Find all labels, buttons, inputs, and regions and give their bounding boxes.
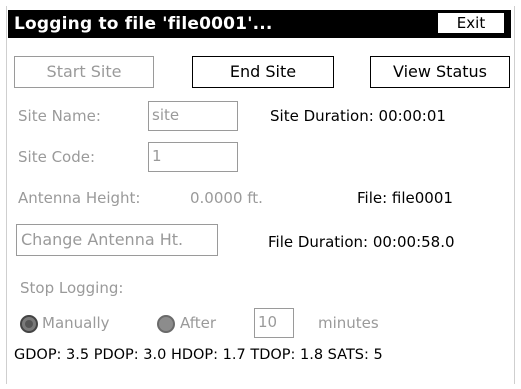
minutes-label: minutes: [318, 314, 379, 332]
site-code-field[interactable]: 1: [148, 142, 238, 172]
window-title: Logging to file 'file0001'...: [14, 14, 273, 34]
after-radio[interactable]: [157, 315, 175, 333]
file-name-text: File: file0001: [357, 189, 453, 207]
manually-label: Manually: [42, 314, 110, 332]
end-site-button[interactable]: End Site: [192, 56, 334, 88]
antenna-height-label: Antenna Height:: [18, 189, 141, 207]
file-duration-text: File Duration: 00:00:58.0: [268, 233, 455, 251]
site-duration-text: Site Duration: 00:00:01: [270, 107, 446, 125]
site-code-label: Site Code:: [18, 148, 96, 166]
change-antenna-button[interactable]: Change Antenna Ht.: [16, 224, 218, 256]
start-site-button[interactable]: Start Site: [14, 56, 154, 88]
site-name-field[interactable]: site: [148, 101, 238, 131]
site-name-label: Site Name:: [18, 107, 101, 125]
manually-radio[interactable]: [20, 315, 38, 333]
title-bar: Logging to file 'file0001'...: [8, 10, 511, 38]
antenna-height-value: 0.0000 ft.: [190, 189, 263, 207]
minutes-field[interactable]: 10: [254, 308, 294, 338]
view-status-button[interactable]: View Status: [370, 56, 510, 88]
dop-status-line: GDOP: 3.5 PDOP: 3.0 HDOP: 1.7 TDOP: 1.8 …: [14, 347, 383, 363]
exit-button[interactable]: Exit: [437, 12, 505, 34]
after-label: After: [180, 314, 217, 332]
stop-logging-label: Stop Logging:: [20, 279, 124, 297]
